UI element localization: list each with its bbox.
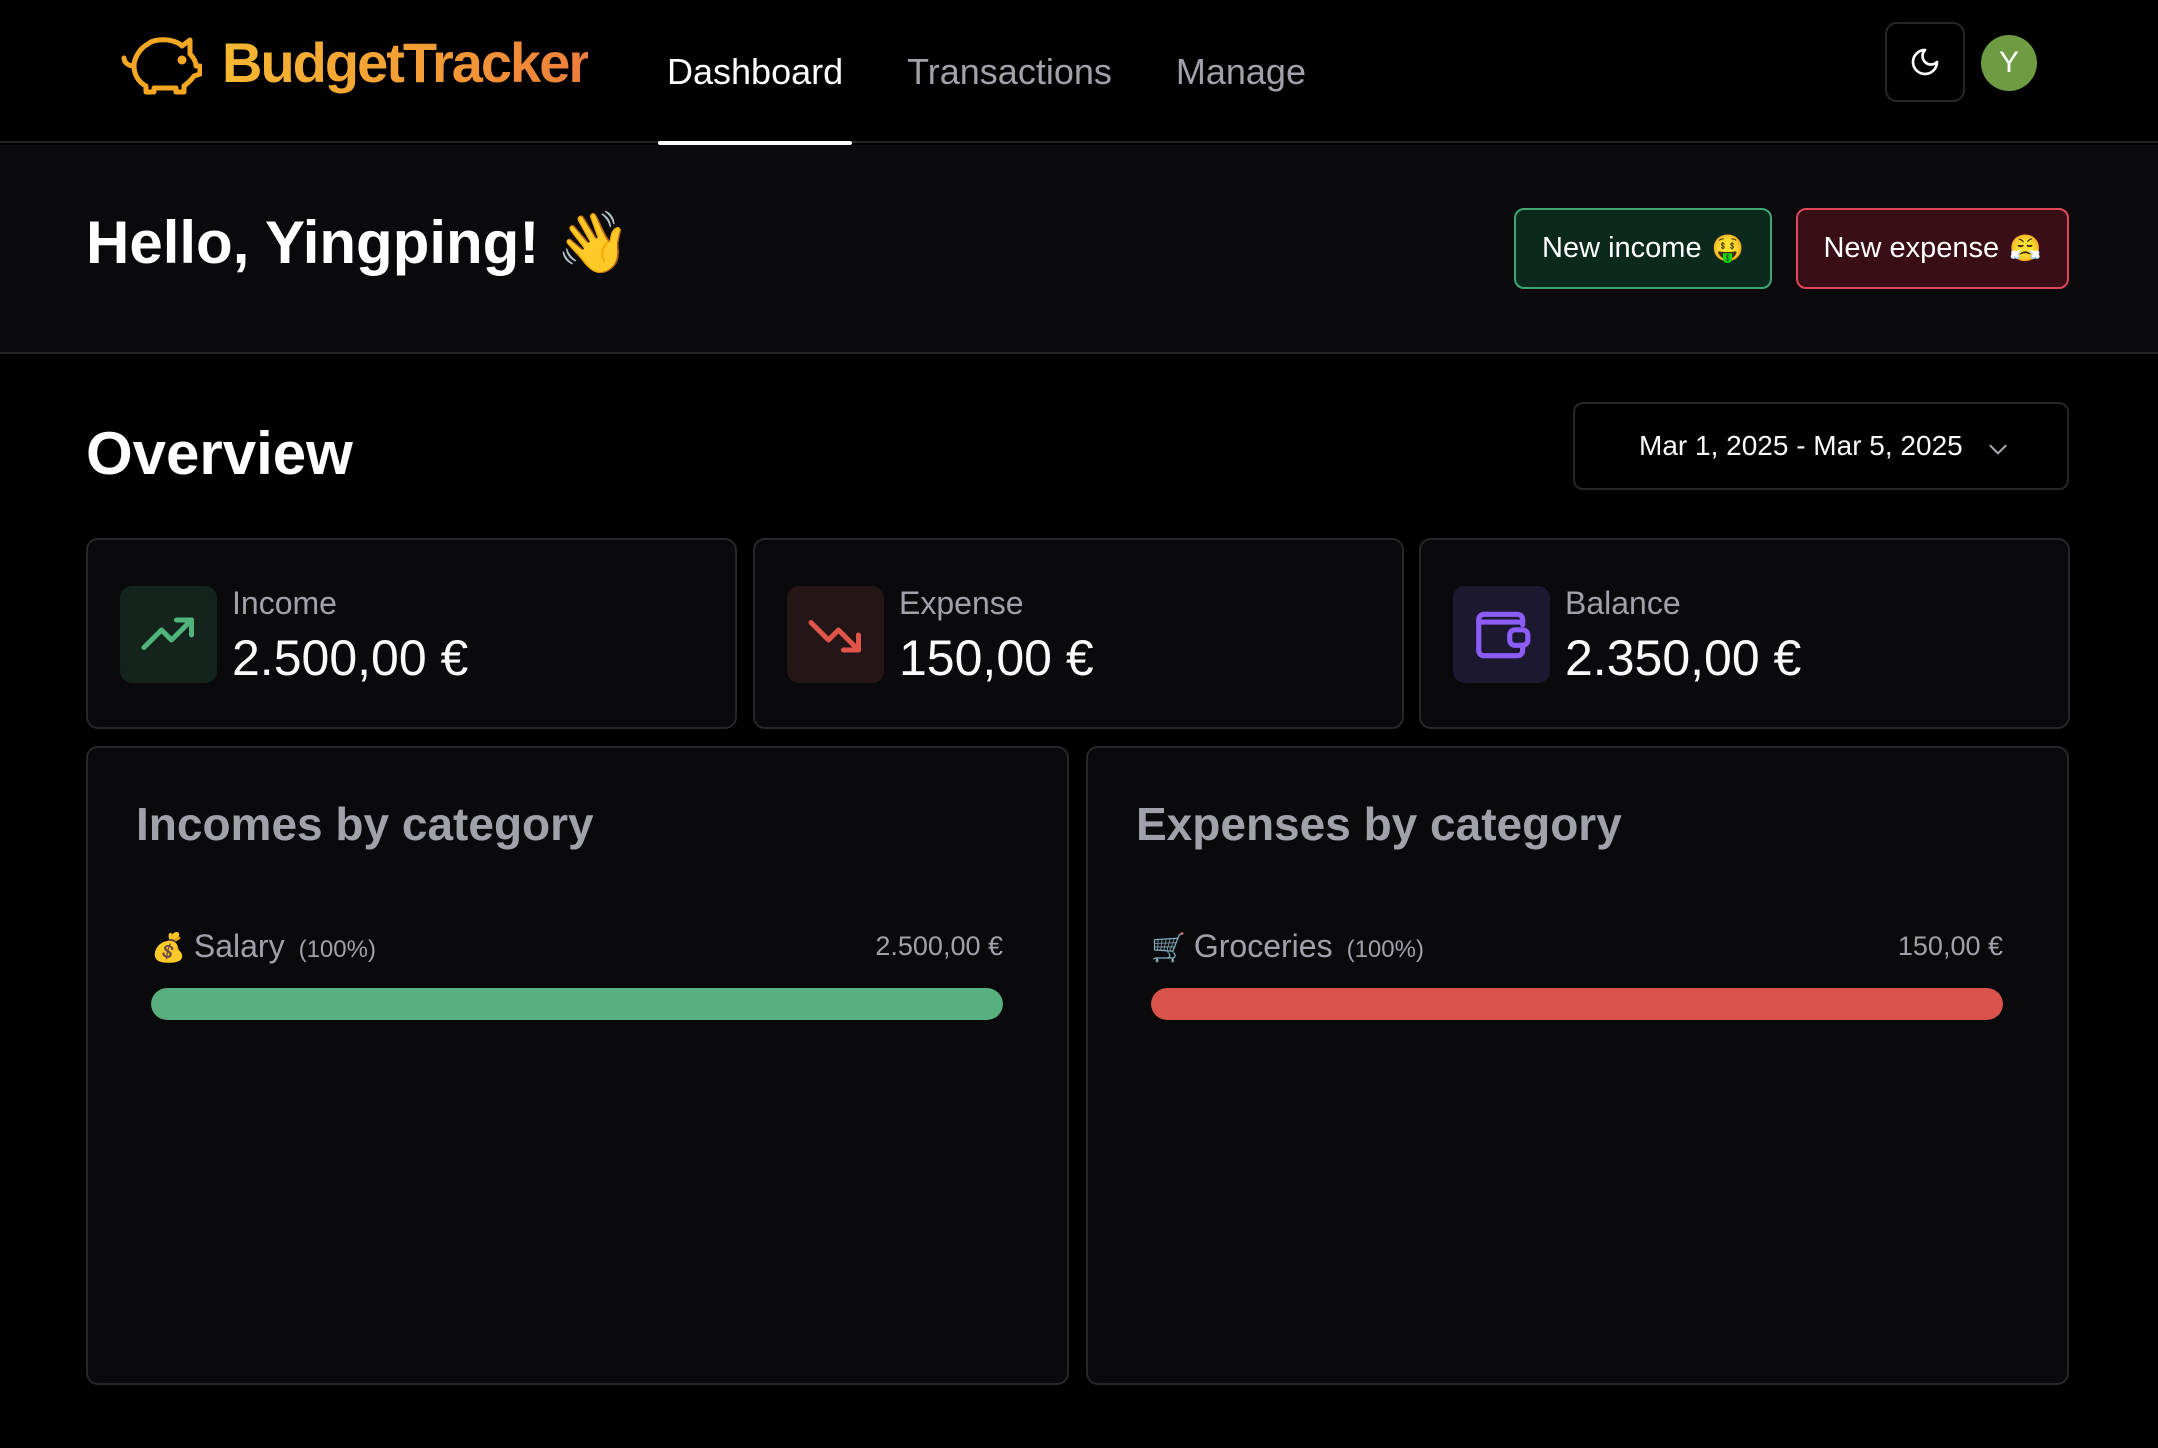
theme-toggle-button[interactable] [1885, 22, 1965, 102]
expense-label: Expense [899, 585, 1024, 621]
new-income-label: New income [1542, 232, 1702, 264]
date-range-text: Mar 1, 2025 - Mar 5, 2025 [1639, 430, 1963, 461]
nav-manage[interactable]: Manage [1167, 0, 1315, 143]
income-category-name: 💰 Salary (100%) [151, 926, 376, 970]
wallet-icon [1475, 611, 1530, 658]
expense-category-percent: (100%) [1346, 936, 1424, 963]
piggy-bank-icon [121, 37, 202, 95]
expense-category-progress [1151, 988, 2003, 1020]
expense-category-label: Groceries [1193, 928, 1333, 964]
top-navbar: BudgetTracker Dashboard Transactions Man… [0, 0, 2158, 145]
expense-category-progress-fill [1151, 988, 2003, 1020]
incomes-by-category-title: Incomes by category [136, 798, 594, 850]
expense-value: 150,00 € [899, 630, 1094, 686]
nav-dashboard[interactable]: Dashboard [658, 0, 853, 145]
expense-stat-card: Expense 150,00 € [753, 538, 1404, 729]
moon-icon [1911, 48, 1939, 76]
income-label: Income [232, 585, 337, 621]
trending-up-icon [141, 617, 194, 650]
income-category-percent: (100%) [298, 936, 376, 963]
new-expense-label: New expense [1823, 232, 2000, 264]
balance-value: 2.350,00 € [1565, 630, 1802, 686]
expense-category-amount: 150,00 € [1897, 931, 2003, 961]
greeting-text: Hello, Yingping! [86, 209, 540, 276]
user-avatar[interactable]: Y [1981, 35, 2037, 91]
balance-icon-box [1453, 586, 1550, 683]
balance-stat-card: Balance 2.350,00 € [1419, 538, 2070, 729]
greeting-bar: Hello, Yingping! 👋 New income 🤑 New expe… [0, 145, 2158, 354]
app-name: BudgetTracker [222, 31, 590, 94]
new-income-button[interactable]: New income 🤑 [1514, 208, 1772, 289]
income-category-amount: 2.500,00 € [875, 931, 1003, 961]
chevron-down-icon [1989, 444, 2007, 455]
wave-emoji: 👋 [555, 209, 631, 276]
angry-face-emoji: 😤 [2009, 233, 2042, 263]
income-category-row: 💰 Salary (100%) 2.500,00 € [151, 926, 1003, 966]
income-category-label: Salary [193, 928, 285, 964]
incomes-by-category-card: Incomes by category 💰 Salary (100%) 2.500,… [86, 746, 1069, 1385]
money-bag-emoji: 💰 [151, 932, 186, 963]
shopping-cart-emoji: 🛒 [1151, 932, 1186, 963]
trending-down-icon [808, 619, 861, 652]
greeting-heading: Hello, Yingping! 👋 [86, 207, 631, 279]
expenses-by-category-title: Expenses by category [1136, 798, 1622, 850]
money-face-emoji: 🤑 [1711, 233, 1744, 263]
overview-title: Overview [86, 420, 353, 487]
expense-category-row: 🛒 Groceries (100%) 150,00 € [1151, 926, 2003, 966]
income-category-progress [151, 988, 1003, 1020]
new-expense-button[interactable]: New expense 😤 [1796, 208, 2069, 289]
income-stat-card: Income 2.500,00 € [86, 538, 737, 729]
date-range-picker[interactable]: Mar 1, 2025 - Mar 5, 2025 [1573, 402, 2069, 490]
expenses-by-category-card: Expenses by category 🛒 Groceries (100%) 15… [1086, 746, 2069, 1385]
main-nav: Dashboard Transactions Manage [658, 0, 1361, 145]
income-value: 2.500,00 € [232, 630, 469, 686]
nav-transactions[interactable]: Transactions [898, 0, 1121, 143]
expense-category-name: 🛒 Groceries (100%) [1151, 926, 1424, 970]
income-icon-box [120, 586, 217, 683]
income-category-progress-fill [151, 988, 1003, 1020]
expense-icon-box [787, 586, 884, 683]
balance-label: Balance [1565, 585, 1681, 621]
app-logo[interactable]: BudgetTracker [120, 30, 590, 96]
